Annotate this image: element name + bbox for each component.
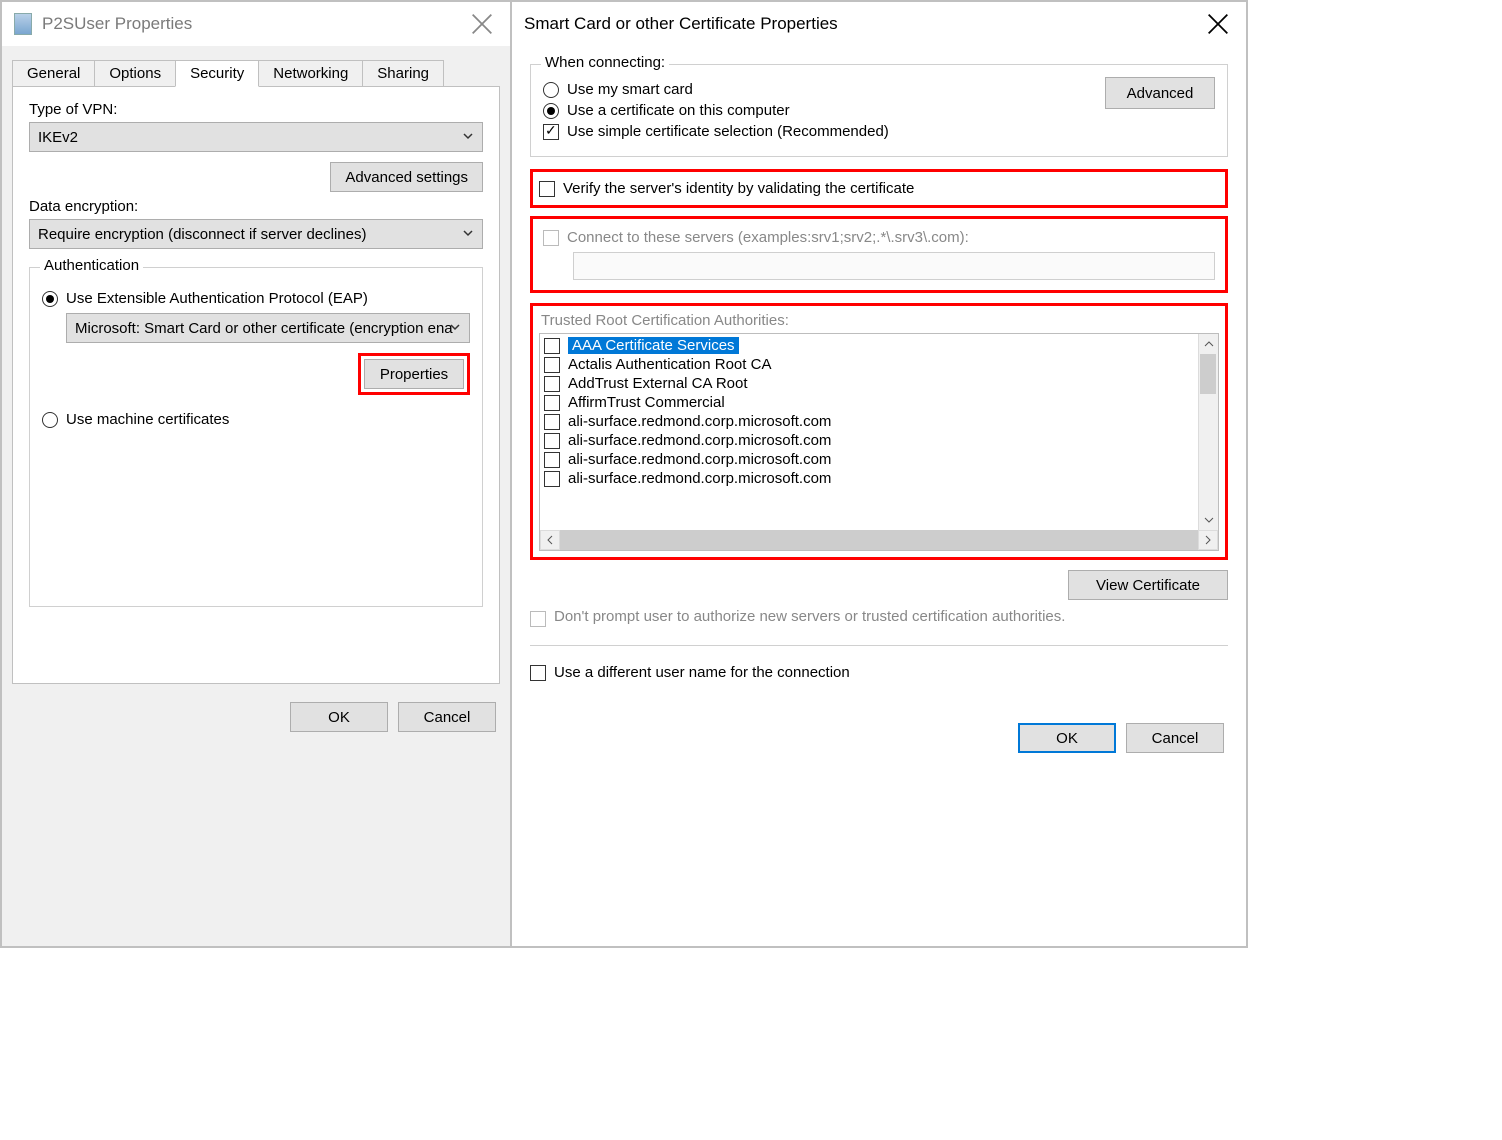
trusted-root-listbox[interactable]: AAA Certificate Services Actalis Authent… — [539, 333, 1219, 551]
tab-page-security: Type of VPN: IKEv2 Advanced settings Dat… — [12, 86, 500, 684]
simple-selection-label: Use simple certificate selection (Recomm… — [567, 123, 889, 140]
scroll-right-icon[interactable] — [1198, 530, 1218, 550]
trusted-root-label: Trusted Root Certification Authorities: — [541, 312, 1219, 329]
checkbox-icon — [544, 414, 560, 430]
checkbox-icon — [544, 471, 560, 487]
scroll-left-icon[interactable] — [540, 530, 560, 550]
cancel-button[interactable]: Cancel — [398, 702, 496, 732]
connect-servers-checkbox: Connect to these servers (examples:srv1;… — [543, 229, 1215, 246]
window-icon — [14, 13, 32, 35]
vpn-type-select[interactable]: IKEv2 — [29, 122, 483, 152]
cancel-button[interactable]: Cancel — [1126, 723, 1224, 753]
certificate-properties-dialog: Smart Card or other Certificate Properti… — [512, 2, 1246, 946]
chevron-down-icon — [449, 320, 461, 337]
authentication-group: Authentication Use Extensible Authentica… — [29, 267, 483, 607]
vertical-scrollbar[interactable] — [1198, 334, 1218, 530]
checkbox-icon — [544, 433, 560, 449]
checkbox-icon — [543, 124, 559, 140]
ca-item[interactable]: ali-surface.redmond.corp.microsoft.com — [544, 431, 1214, 450]
use-smart-card-radio[interactable]: Use my smart card — [543, 81, 1105, 98]
eap-radio-label: Use Extensible Authentication Protocol (… — [66, 290, 368, 307]
tab-networking[interactable]: Networking — [258, 60, 363, 87]
tab-security[interactable]: Security — [175, 60, 259, 87]
simple-selection-checkbox[interactable]: Use simple certificate selection (Recomm… — [543, 123, 1105, 140]
verify-server-checkbox[interactable]: Verify the server's identity by validati… — [539, 180, 1219, 197]
checkbox-icon — [539, 181, 555, 197]
ca-item[interactable]: ali-surface.redmond.corp.microsoft.com — [544, 469, 1214, 488]
ok-button[interactable]: OK — [290, 702, 388, 732]
connect-servers-label: Connect to these servers (examples:srv1;… — [567, 229, 969, 246]
encryption-value: Require encryption (disconnect if server… — [38, 226, 366, 243]
radio-icon — [543, 103, 559, 119]
scroll-up-icon[interactable] — [1199, 334, 1218, 354]
view-certificate-button[interactable]: View Certificate — [1068, 570, 1228, 600]
chevron-down-icon — [462, 129, 474, 146]
checkbox-icon — [530, 665, 546, 681]
use-smart-card-label: Use my smart card — [567, 81, 693, 98]
tab-sharing[interactable]: Sharing — [362, 60, 444, 87]
checkbox-icon — [544, 338, 560, 354]
checkbox-icon — [544, 452, 560, 468]
connect-servers-input — [573, 252, 1215, 280]
horizontal-scrollbar[interactable] — [540, 530, 1218, 550]
eap-radio[interactable]: Use Extensible Authentication Protocol (… — [42, 290, 470, 307]
checkbox-icon — [544, 376, 560, 392]
checkbox-icon — [543, 230, 559, 246]
tab-options[interactable]: Options — [94, 60, 176, 87]
encryption-label: Data encryption: — [29, 198, 483, 215]
properties-button[interactable]: Properties — [364, 359, 464, 389]
checkbox-icon — [544, 357, 560, 373]
checkbox-icon — [530, 611, 546, 627]
different-username-checkbox[interactable]: Use a different user name for the connec… — [530, 664, 1228, 681]
vpn-type-label: Type of VPN: — [29, 101, 483, 118]
scroll-down-icon[interactable] — [1199, 510, 1218, 530]
connecting-group: When connecting: Use my smart card Use a… — [530, 64, 1228, 157]
connecting-legend: When connecting: — [541, 54, 669, 71]
ca-item[interactable]: AddTrust External CA Root — [544, 374, 1214, 393]
ca-item[interactable]: AffirmTrust Commercial — [544, 393, 1214, 412]
ca-item[interactable]: Actalis Authentication Root CA — [544, 355, 1214, 374]
titlebar-right: Smart Card or other Certificate Properti… — [512, 2, 1246, 46]
machine-cert-radio[interactable]: Use machine certificates — [42, 411, 470, 428]
titlebar-left: P2SUser Properties — [2, 2, 510, 46]
radio-icon — [42, 412, 58, 428]
scroll-track[interactable] — [560, 530, 1198, 550]
eap-method-value: Microsoft: Smart Card or other certifica… — [75, 320, 453, 337]
ca-item[interactable]: ali-surface.redmond.corp.microsoft.com — [544, 412, 1214, 431]
use-certificate-radio[interactable]: Use a certificate on this computer — [543, 102, 1105, 119]
use-certificate-label: Use a certificate on this computer — [567, 102, 790, 119]
chevron-down-icon — [462, 226, 474, 243]
window-title: P2SUser Properties — [42, 14, 192, 34]
scroll-thumb[interactable] — [1200, 354, 1216, 394]
verify-server-label: Verify the server's identity by validati… — [563, 180, 914, 197]
radio-icon — [543, 82, 559, 98]
dont-prompt-checkbox: Don't prompt user to authorize new serve… — [530, 608, 1228, 627]
tabs: General Options Security Networking Shar… — [12, 60, 500, 87]
p2suser-properties-dialog: P2SUser Properties General Options Secur… — [2, 2, 512, 946]
close-button[interactable] — [1204, 10, 1232, 38]
different-username-label: Use a different user name for the connec… — [554, 664, 850, 681]
authentication-legend: Authentication — [40, 257, 143, 274]
close-button[interactable] — [468, 10, 496, 38]
tab-general[interactable]: General — [12, 60, 95, 87]
advanced-settings-button[interactable]: Advanced settings — [330, 162, 483, 192]
encryption-select[interactable]: Require encryption (disconnect if server… — [29, 219, 483, 249]
advanced-button[interactable]: Advanced — [1105, 77, 1215, 109]
window-title: Smart Card or other Certificate Properti… — [524, 14, 838, 34]
eap-method-select[interactable]: Microsoft: Smart Card or other certifica… — [66, 313, 470, 343]
dont-prompt-label: Don't prompt user to authorize new serve… — [554, 608, 1065, 625]
machine-cert-label: Use machine certificates — [66, 411, 229, 428]
vpn-type-value: IKEv2 — [38, 129, 78, 146]
radio-icon — [42, 291, 58, 307]
ok-button[interactable]: OK — [1018, 723, 1116, 753]
ca-item[interactable]: ali-surface.redmond.corp.microsoft.com — [544, 450, 1214, 469]
checkbox-icon — [544, 395, 560, 411]
ca-item[interactable]: AAA Certificate Services — [544, 336, 1214, 355]
